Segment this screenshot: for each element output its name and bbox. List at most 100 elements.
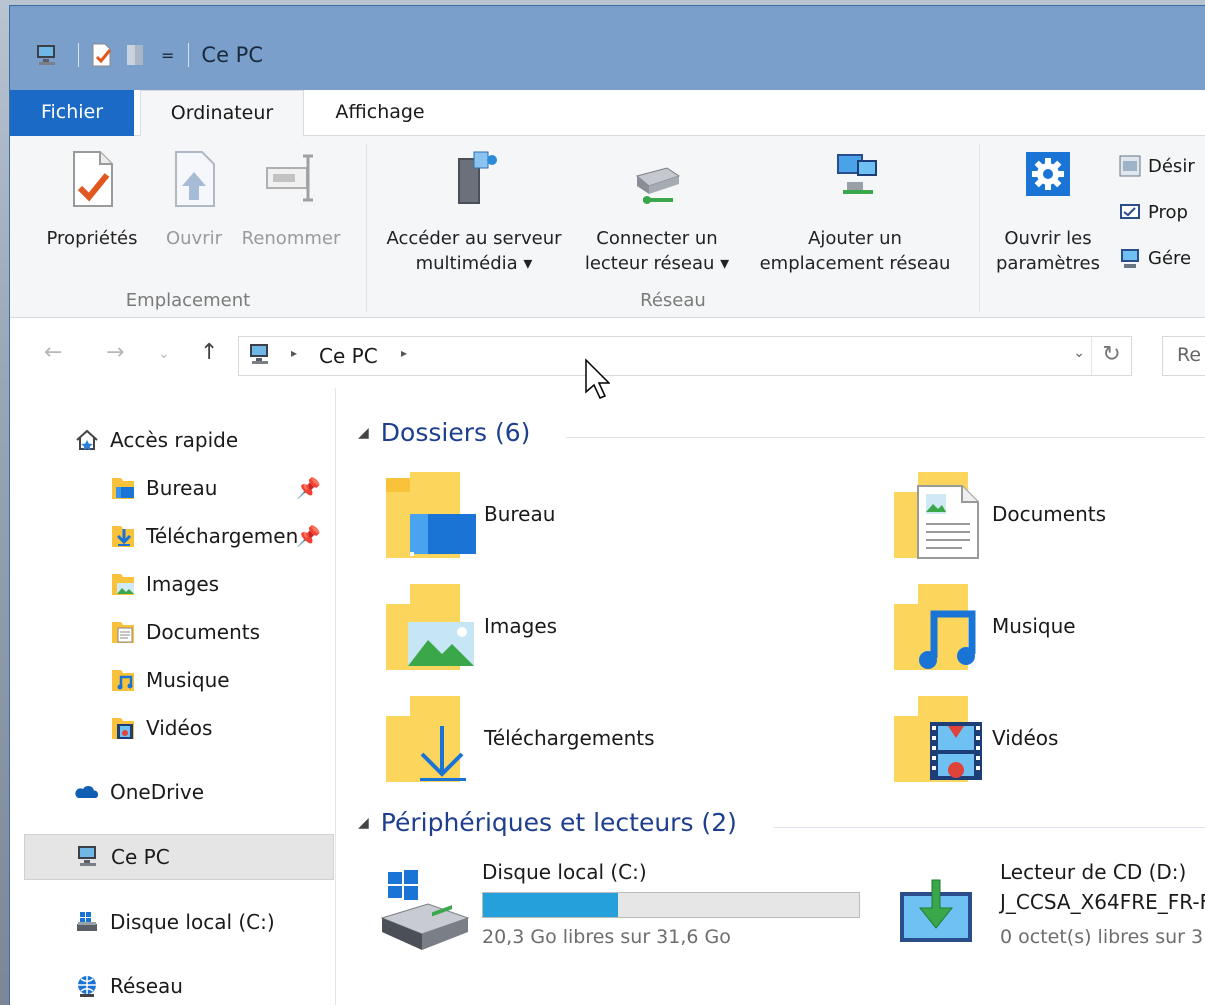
open-icon bbox=[166, 148, 222, 210]
hard-drive-icon bbox=[74, 909, 100, 935]
renommer-button[interactable]: Renommer bbox=[236, 148, 346, 288]
nav-label: Images bbox=[146, 572, 220, 596]
nav-item-documents[interactable]: Documents bbox=[10, 612, 336, 652]
home-icon bbox=[74, 427, 100, 453]
ouvrir-parametres-button[interactable]: Ouvrir les paramètres bbox=[990, 148, 1106, 288]
properties-icon[interactable] bbox=[89, 42, 115, 68]
nav-label: Disque local (C:) bbox=[110, 910, 275, 934]
uninstall-program-icon bbox=[1118, 154, 1142, 178]
pin-icon[interactable]: 📌 bbox=[296, 476, 321, 500]
renommer-label: Renommer bbox=[241, 228, 341, 249]
ouvrir-parametres-line2: paramètres bbox=[995, 253, 1100, 274]
quick-access-toolbar: = Ce PC bbox=[34, 40, 263, 70]
ribbon-group-emplacement: Propriétés Ouvrir Renommer Emplacement bbox=[10, 136, 366, 318]
breadcrumb-chevron-icon[interactable]: ▸ bbox=[291, 346, 297, 360]
acceder-serveur-multimedia-button[interactable]: Accéder au serveur multimédia ▾ bbox=[375, 148, 573, 288]
picture-icon bbox=[382, 580, 478, 680]
drive-c[interactable]: Disque local (C:) 20,3 Go libres sur 31,… bbox=[378, 860, 878, 970]
folder-documents[interactable]: Documents bbox=[890, 468, 1205, 568]
connecter-lecteur-reseau-button[interactable]: Connecter un lecteur réseau ▾ bbox=[577, 148, 737, 288]
ribbon-tabs: Fichier Ordinateur Affichage bbox=[10, 90, 1205, 137]
hard-drive-icon bbox=[378, 866, 474, 956]
ouvrir-button[interactable]: Ouvrir bbox=[156, 148, 232, 288]
properties-icon bbox=[64, 148, 120, 210]
folder-label: Téléchargements bbox=[484, 726, 655, 750]
search-input[interactable]: Re bbox=[1162, 336, 1205, 376]
drive-d[interactable]: Lecteur de CD (D:) J_CCSA_X64FRE_FR-F 0 … bbox=[896, 860, 1205, 970]
desinstaller-button[interactable]: Désir bbox=[1118, 154, 1195, 178]
folder-images[interactable]: Images bbox=[382, 580, 862, 680]
pin-icon[interactable]: 📌 bbox=[296, 524, 321, 548]
drive-volume-label: J_CCSA_X64FRE_FR-F bbox=[1000, 890, 1205, 914]
nav-item-musique[interactable]: Musique bbox=[10, 660, 336, 700]
ouvrir-label: Ouvrir bbox=[165, 228, 223, 249]
proprietes-systeme-button[interactable]: Prop bbox=[1118, 200, 1188, 224]
download-arrow-icon bbox=[382, 692, 478, 792]
music-note-icon bbox=[890, 580, 986, 680]
connecter-label: Connecter un lecteur réseau ▾ bbox=[577, 226, 737, 276]
folder-label: Vidéos bbox=[992, 726, 1059, 750]
gerer-button[interactable]: Gére bbox=[1118, 246, 1191, 270]
ribbon-group-systeme: Ouvrir les paramètres Désir Prop Gére bbox=[980, 136, 1205, 318]
nav-item-bureau[interactable]: Bureau 📌 bbox=[10, 468, 336, 508]
group-label-emplacement: Emplacement bbox=[125, 290, 251, 311]
folder-musique[interactable]: Musique bbox=[890, 580, 1205, 680]
window-title: Ce PC bbox=[201, 43, 263, 67]
computer-icon[interactable] bbox=[34, 42, 60, 68]
collapse-triangle-icon[interactable]: ◢ bbox=[358, 815, 369, 831]
network-drive-icon bbox=[629, 148, 685, 210]
tab-fichier[interactable]: Fichier bbox=[10, 90, 134, 136]
address-bar[interactable]: ▸ Ce PC ▸ ⌄ ↻ bbox=[238, 336, 1132, 376]
customize-toolbar-dropdown[interactable]: = bbox=[161, 46, 174, 65]
nav-item-images[interactable]: Images bbox=[10, 564, 336, 604]
nav-item-onedrive[interactable]: OneDrive bbox=[10, 772, 336, 812]
connecter-label-line1: Connecter un bbox=[596, 228, 718, 249]
cd-drive-icon bbox=[896, 866, 992, 956]
section-header-dossiers[interactable]: ◢ Dossiers (6) bbox=[358, 418, 530, 447]
computer-icon bbox=[75, 844, 101, 870]
section-divider bbox=[566, 437, 1205, 438]
nav-label: Musique bbox=[146, 668, 230, 692]
folder-bureau[interactable]: Bureau bbox=[382, 468, 862, 568]
nav-item-telechargements[interactable]: Téléchargemen 📌 bbox=[10, 516, 336, 556]
nav-label: Bureau bbox=[146, 476, 218, 500]
proprietes-button[interactable]: Propriétés bbox=[30, 148, 154, 288]
forward-arrow-icon[interactable]: → bbox=[106, 340, 124, 365]
ajouter-label: Ajouter un emplacement réseau bbox=[747, 226, 963, 276]
system-properties-icon bbox=[1118, 200, 1142, 224]
section-header-peripheriques[interactable]: ◢ Périphériques et lecteurs (2) bbox=[358, 808, 737, 837]
nav-item-disque-local[interactable]: Disque local (C:) bbox=[10, 902, 336, 942]
collapse-triangle-icon[interactable]: ◢ bbox=[358, 425, 369, 441]
desinstaller-label: Désir bbox=[1148, 155, 1195, 177]
nav-label: Réseau bbox=[110, 974, 183, 998]
section-title: Périphériques et lecteurs (2) bbox=[380, 808, 737, 837]
navigation-pane: Accès rapide Bureau 📌 Téléchargemen 📌 Im… bbox=[10, 388, 336, 1005]
acceder-label-line2: multimédia ▾ bbox=[415, 253, 533, 274]
address-dropdown-icon[interactable]: ⌄ bbox=[1073, 345, 1085, 361]
drive-name: Disque local (C:) bbox=[482, 860, 647, 884]
ajouter-emplacement-reseau-button[interactable]: Ajouter un emplacement réseau bbox=[747, 148, 963, 288]
recent-locations-chevron-icon[interactable]: ⌄ bbox=[158, 346, 170, 362]
rename-icon bbox=[263, 148, 319, 210]
tab-ordinateur[interactable]: Ordinateur bbox=[140, 90, 304, 137]
film-icon bbox=[890, 692, 986, 792]
nav-item-videos[interactable]: Vidéos bbox=[10, 708, 336, 748]
refresh-icon[interactable]: ↻ bbox=[1091, 337, 1131, 375]
new-folder-icon[interactable] bbox=[123, 42, 149, 68]
nav-item-acces-rapide[interactable]: Accès rapide bbox=[10, 420, 336, 460]
section-divider bbox=[774, 827, 1205, 828]
drive-usage-bar bbox=[482, 892, 860, 918]
back-arrow-icon[interactable]: ← bbox=[44, 340, 62, 365]
tab-affichage[interactable]: Affichage bbox=[310, 90, 450, 136]
breadcrumb-chevron-icon[interactable]: ▸ bbox=[401, 346, 407, 360]
group-label-reseau: Réseau bbox=[640, 290, 706, 311]
folder-telechargements[interactable]: Téléchargements bbox=[382, 692, 862, 792]
folder-videos[interactable]: Vidéos bbox=[890, 692, 1205, 792]
up-arrow-icon[interactable]: ↑ bbox=[200, 340, 218, 365]
drive-name: Lecteur de CD (D:) bbox=[1000, 860, 1187, 884]
ouvrir-parametres-label: Ouvrir les paramètres bbox=[990, 226, 1106, 276]
nav-item-reseau[interactable]: Réseau bbox=[10, 966, 336, 1005]
nav-item-ce-pc[interactable]: Ce PC bbox=[24, 834, 334, 880]
drive-usage-fill bbox=[483, 893, 618, 917]
breadcrumb-ce-pc[interactable]: Ce PC bbox=[319, 344, 378, 368]
